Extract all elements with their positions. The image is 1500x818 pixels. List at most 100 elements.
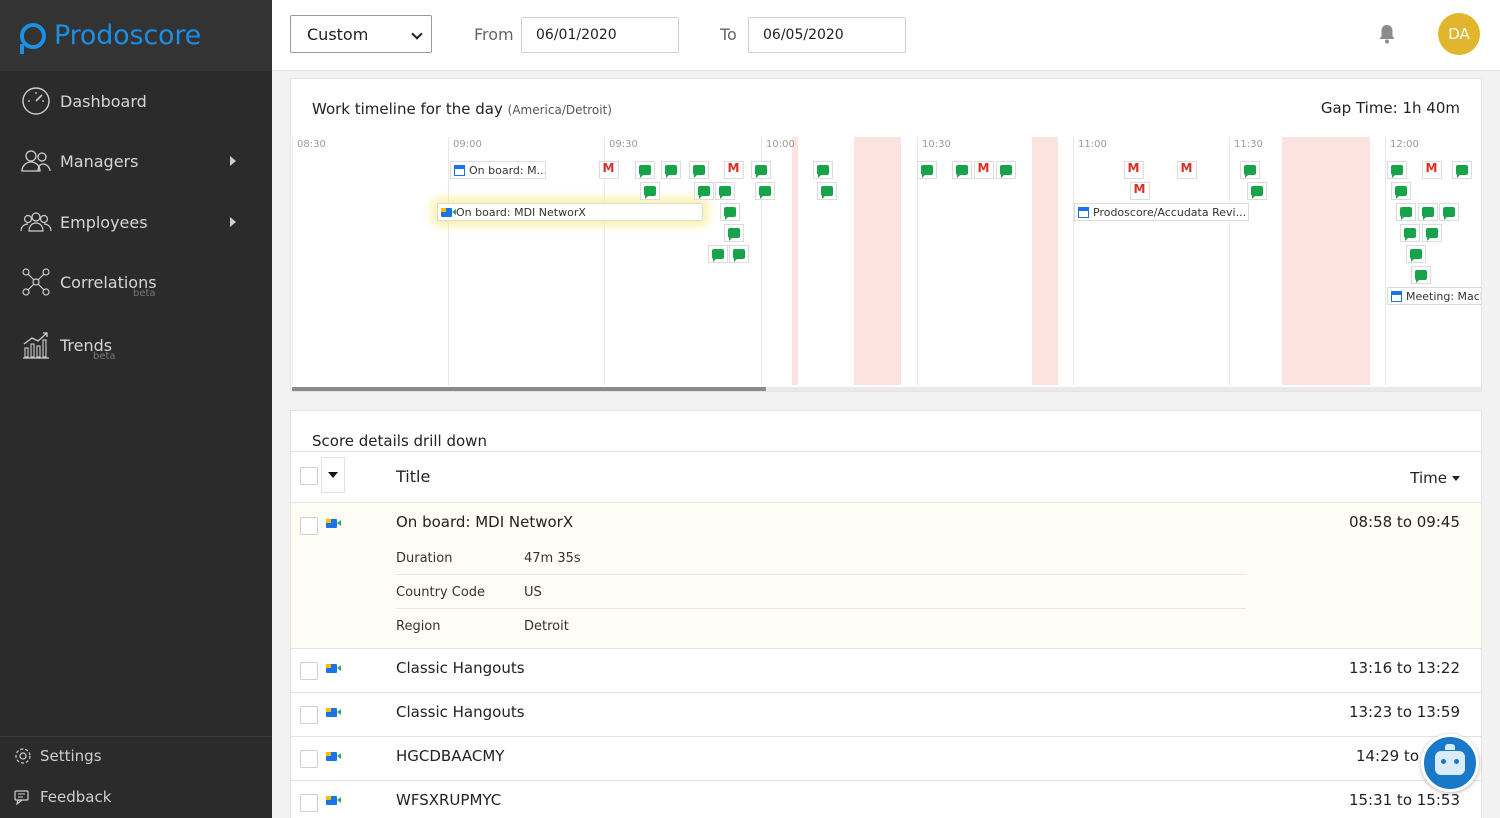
row-checkbox[interactable]: [300, 662, 318, 680]
timeline-event-chat[interactable]: [1240, 161, 1260, 179]
chat-icon: [1426, 228, 1438, 241]
hour-line: [448, 137, 449, 385]
timeline-event-chat[interactable]: [817, 182, 837, 200]
timeline-event-chat[interactable]: [917, 161, 937, 179]
chatbot-button[interactable]: [1421, 734, 1479, 792]
timeline-event-chat[interactable]: [751, 161, 771, 179]
sidebar-item-label: Settings: [40, 747, 102, 765]
chat-icon: [733, 249, 745, 262]
timeline-event-chat[interactable]: [1452, 161, 1472, 179]
timeline-event-chat[interactable]: [1439, 203, 1459, 221]
row-icon: [326, 660, 346, 676]
timeline-timezone: (America/Detroit): [507, 103, 612, 117]
from-label: From: [474, 25, 514, 44]
chat-icon: [1395, 186, 1407, 199]
row-checkbox[interactable]: [300, 517, 318, 535]
timeline-event-chat[interactable]: [635, 161, 655, 179]
timeline-event-chat[interactable]: [952, 161, 972, 179]
to-date-input[interactable]: 06/05/2020: [748, 17, 906, 53]
timeline-event-gmail[interactable]: [599, 161, 619, 179]
row-title: Classic Hangouts: [396, 659, 525, 677]
timeline-event-chat[interactable]: [1396, 203, 1416, 221]
sidebar-item-trends[interactable]: Trends beta: [20, 325, 252, 365]
timeline-event-chat[interactable]: [724, 224, 744, 242]
timeline-event-chat[interactable]: [640, 182, 660, 200]
avatar[interactable]: DA: [1438, 13, 1480, 55]
brand[interactable]: Prodoscore: [0, 0, 272, 71]
column-header-time[interactable]: Time: [1410, 469, 1460, 487]
sidebar-item-feedback[interactable]: Feedback: [14, 783, 111, 811]
timeline-event-chat[interactable]: [1411, 266, 1431, 284]
table-row[interactable]: On board: MDI NetworX 08:58 to 09:45 Dur…: [291, 503, 1481, 649]
timeline-event-calendar[interactable]: Prodoscore/Accudata Revi...: [1074, 203, 1249, 221]
timeline-event-calendar[interactable]: On board: M...: [450, 161, 546, 179]
row-time: 13:23 to 13:59: [1348, 703, 1460, 721]
timeline-event-chat[interactable]: [755, 182, 775, 200]
detail-key: Country Code: [396, 585, 486, 600]
brand-name: Prodoscore: [54, 20, 202, 51]
timeline-event-gmail[interactable]: [974, 161, 994, 179]
table-row[interactable]: WFSXRUPMYC 15:31 to 15:53: [291, 781, 1481, 818]
timeline-event-chat[interactable]: [1247, 182, 1267, 200]
hour-label: 10:00: [766, 139, 795, 150]
google-meet-icon: [326, 707, 341, 717]
sidebar-item-dashboard[interactable]: Dashboard: [20, 81, 252, 121]
scrollbar-thumb[interactable]: [292, 387, 766, 391]
timeline-event-chat[interactable]: [715, 182, 735, 200]
calendar-icon: [454, 164, 465, 176]
timeline-event-gmail[interactable]: [1422, 161, 1442, 179]
timeline-event-chat[interactable]: [1422, 224, 1442, 242]
chat-icon: [1422, 207, 1434, 220]
timeline-event-chat[interactable]: [1406, 245, 1426, 263]
event-label: On board: M...: [469, 163, 546, 177]
column-header-title[interactable]: Title: [396, 467, 430, 486]
speedometer-icon: [20, 85, 52, 117]
event-label: On board: MDI NetworX: [456, 205, 586, 219]
timeline-scrollbar[interactable]: [292, 387, 1481, 391]
chat-icon: [755, 165, 767, 178]
table-row[interactable]: Classic Hangouts 13:23 to 13:59: [291, 693, 1481, 737]
sidebar-item-settings[interactable]: Settings: [14, 742, 102, 770]
timeline-event-chat[interactable]: [996, 161, 1016, 179]
timeline-grid[interactable]: 08:30 09:00 09:30 10:00 10:30 11:00 11:3…: [292, 137, 1481, 385]
hour-label: 12:00: [1390, 139, 1419, 150]
timeline-event-chat[interactable]: [1400, 224, 1420, 242]
timeline-event-gmail[interactable]: [1124, 161, 1144, 179]
sidebar-item-managers[interactable]: Managers: [20, 141, 252, 181]
timeline-event-chat[interactable]: [1391, 182, 1411, 200]
timeline-event-chat[interactable]: [661, 161, 681, 179]
timeline-event-gmail[interactable]: [1130, 182, 1150, 200]
detail-value: 47m 35s: [524, 551, 581, 566]
detail-row: Country Code US: [396, 575, 1246, 609]
timeline-event-calendar[interactable]: Meeting: Mach: [1387, 287, 1481, 305]
timeline-event-chat[interactable]: [720, 203, 740, 221]
hour-line: [1229, 137, 1230, 385]
timeline-event-chat[interactable]: [1418, 203, 1438, 221]
table-row[interactable]: Classic Hangouts 13:16 to 13:22: [291, 649, 1481, 693]
chat-icon: [1404, 228, 1416, 241]
timeline-event-gmail[interactable]: [724, 161, 744, 179]
timeline-event-chat[interactable]: [1387, 161, 1407, 179]
sidebar-item-employees[interactable]: Employees: [20, 202, 252, 242]
timeline-event-chat[interactable]: [729, 245, 749, 263]
timeline-event-chat[interactable]: [694, 182, 714, 200]
from-date-input[interactable]: 06/01/2020: [521, 17, 679, 53]
row-checkbox[interactable]: [300, 794, 318, 812]
date-range-value: Custom: [307, 24, 369, 44]
table-row[interactable]: HGCDBAACMY 14:29 to: [291, 737, 1481, 781]
timeline-event-chat[interactable]: [689, 161, 709, 179]
timeline-event-meet-highlighted[interactable]: On board: MDI NetworX: [437, 203, 703, 221]
timeline-event-chat[interactable]: [813, 161, 833, 179]
timeline-event-chat[interactable]: [708, 245, 728, 263]
row-checkbox[interactable]: [300, 750, 318, 768]
select-all-checkbox[interactable]: [300, 467, 318, 485]
score-details-title: Score details drill down: [312, 432, 487, 450]
date-range-select[interactable]: Custom: [290, 15, 432, 53]
bulk-action-dropdown[interactable]: [321, 457, 345, 493]
sidebar-item-correlations[interactable]: Correlations beta: [20, 262, 252, 302]
timeline-event-gmail[interactable]: [1177, 161, 1197, 179]
row-checkbox[interactable]: [300, 706, 318, 724]
bell-icon[interactable]: [1378, 24, 1396, 44]
feedback-icon: [14, 788, 32, 806]
chat-icon: [921, 165, 933, 178]
